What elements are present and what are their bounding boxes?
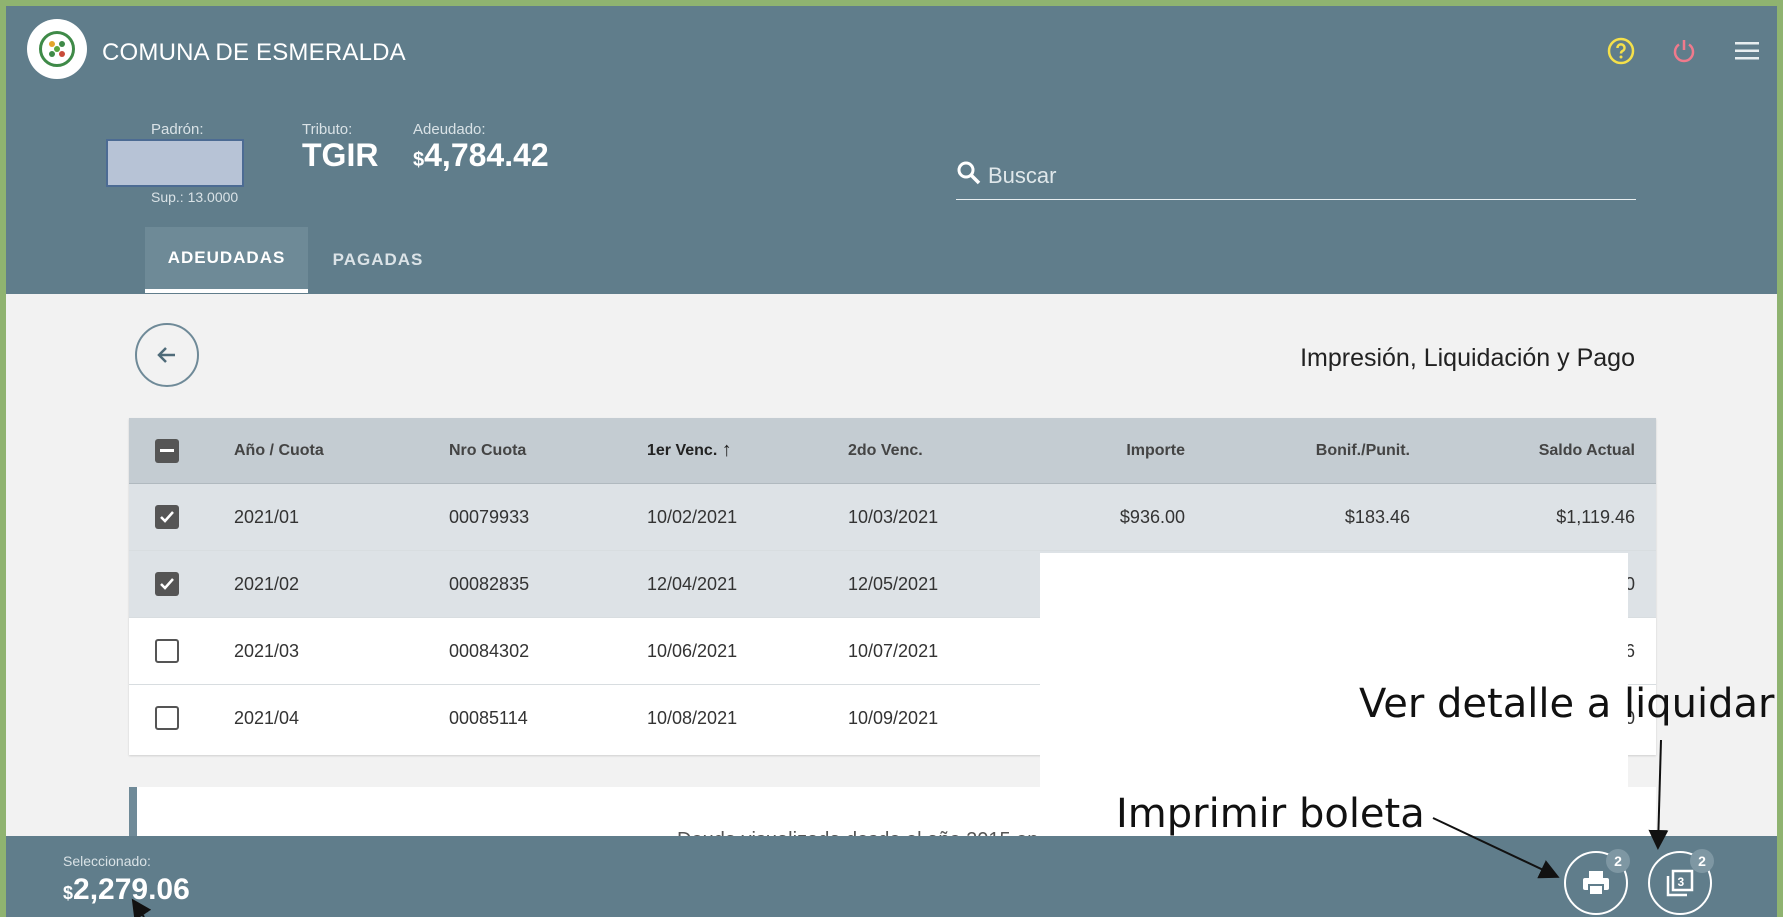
arrow-to-detail: [1648, 739, 1669, 850]
arrow-to-selected: [131, 898, 152, 917]
arrow-to-print: [1432, 817, 1560, 879]
annotation-arrows: [131, 739, 1669, 917]
app-frame: COMUNA DE ESMERALDA Padrón: Sup.: 13.000…: [6, 6, 1777, 917]
